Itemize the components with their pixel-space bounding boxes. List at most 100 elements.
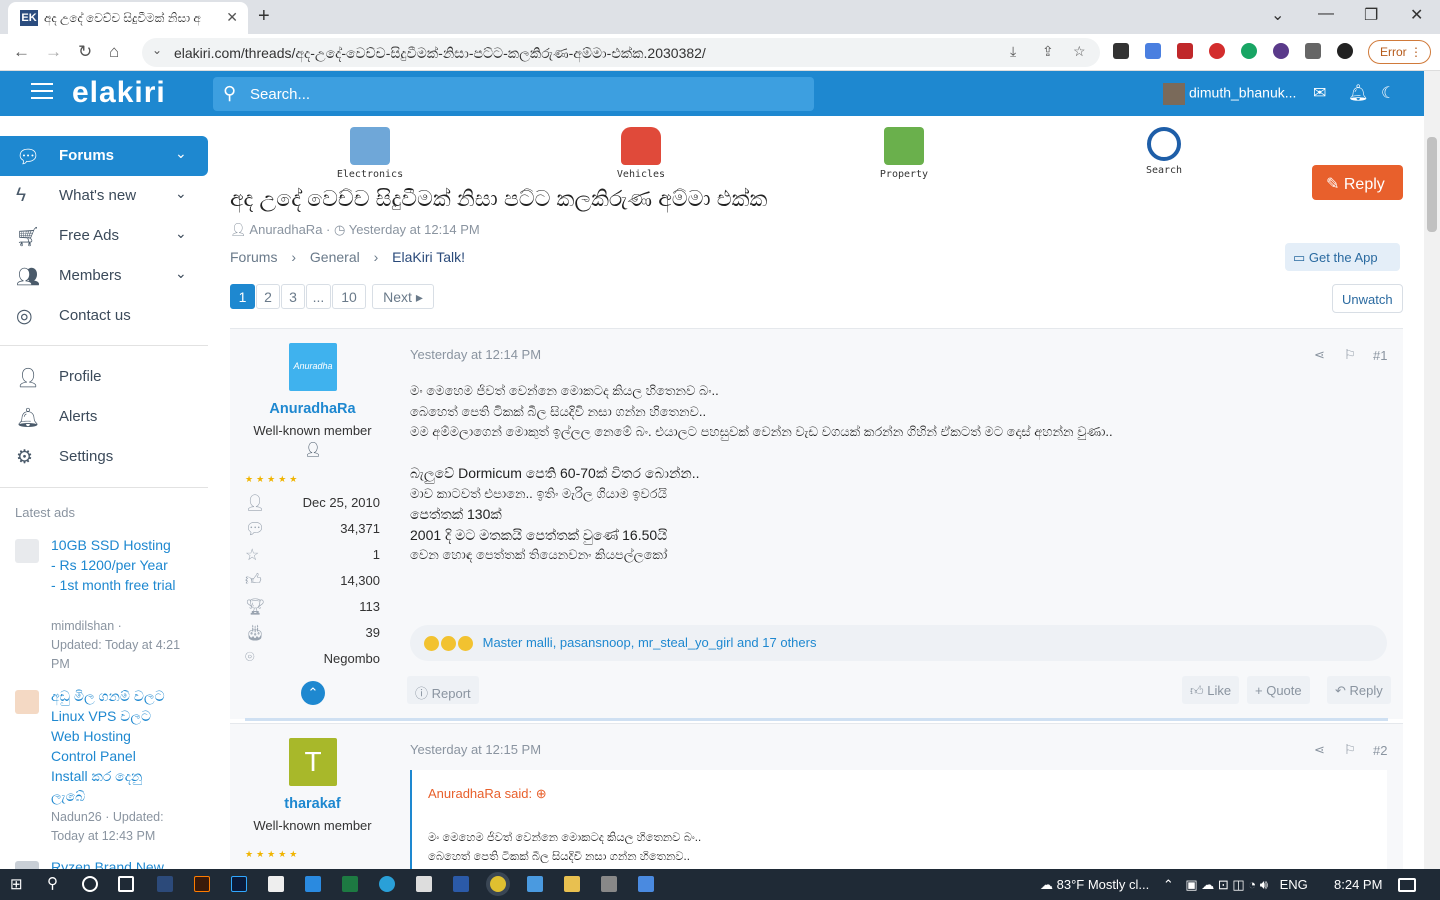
- post-number[interactable]: #2: [1373, 743, 1387, 758]
- quote-button[interactable]: + Quote: [1247, 676, 1310, 704]
- translate-extension-icon[interactable]: [1145, 43, 1161, 59]
- avatar[interactable]: T: [289, 738, 337, 786]
- chevron-down-icon[interactable]: ⌄: [175, 265, 187, 282]
- restore-icon[interactable]: ❐: [1364, 5, 1378, 25]
- sidebar-item-profile[interactable]: 👤︎ Profile: [0, 357, 208, 397]
- url-text[interactable]: elakiri.com/threads/අද-උදේ-වෙච්ච-සිදුවීම…: [174, 45, 706, 62]
- inbox-icon[interactable]: ✉: [1313, 83, 1326, 103]
- chevron-down-icon[interactable]: ⌄: [175, 145, 187, 162]
- get-app-button[interactable]: ▭ Get the App: [1285, 243, 1400, 271]
- ad-item[interactable]: 10GB SSD Hosting - Rs 1200/per Year - 1s…: [15, 535, 205, 671]
- breadcrumb-general[interactable]: General: [310, 249, 360, 265]
- dark-mode-moon-icon[interactable]: ☾: [1381, 83, 1395, 103]
- page-10[interactable]: 10: [332, 284, 366, 309]
- category-search[interactable]: Search: [1109, 127, 1219, 176]
- breadcrumb-elakiri-talk[interactable]: ElaKiri Talk!: [392, 249, 465, 265]
- tray-icons[interactable]: ▣ ☁ ⊡ ◫ ◔ 🔊︎: [1185, 877, 1268, 892]
- ad-title[interactable]: අඩු මිල ගනම් වලට Linux VPS වලට Web Hosti…: [51, 686, 176, 806]
- minimize-icon[interactable]: —: [1318, 5, 1334, 23]
- sidebar-item-free-ads[interactable]: 🛒︎ Free Ads ⌄: [0, 216, 208, 256]
- store-icon[interactable]: [416, 876, 432, 892]
- pycharm-icon[interactable]: [268, 876, 284, 892]
- post-number[interactable]: #1: [1373, 348, 1387, 363]
- quote-author[interactable]: AnuradhaRa said: ⊕: [428, 786, 547, 802]
- thread-author[interactable]: AnuradhaRa: [249, 222, 322, 237]
- extensions-puzzle-icon[interactable]: [1305, 43, 1321, 59]
- category-electronics[interactable]: Electronics: [315, 127, 425, 180]
- mail-icon[interactable]: [527, 876, 543, 892]
- breadcrumb-forums[interactable]: Forums: [230, 249, 277, 265]
- share-icon[interactable]: ⋖: [1314, 742, 1325, 758]
- adblock-extension-icon[interactable]: [1209, 43, 1225, 59]
- chevron-down-icon[interactable]: ⌄: [175, 225, 187, 242]
- ad-title[interactable]: 10GB SSD Hosting - Rs 1200/per Year - 1s…: [51, 535, 176, 595]
- menu-hamburger-icon[interactable]: [31, 83, 53, 101]
- vscode-icon[interactable]: [305, 876, 321, 892]
- page-2[interactable]: 2: [256, 284, 280, 309]
- illustrator-icon[interactable]: [194, 876, 210, 892]
- address-bar[interactable]: ⌄ elakiri.com/threads/අද-උදේ-වෙච්ච-සිදුව…: [142, 38, 1100, 67]
- profile-avatar-icon[interactable]: [1337, 43, 1353, 59]
- bookmark-star-icon[interactable]: ☆: [1073, 43, 1086, 60]
- chrome-icon[interactable]: [490, 876, 506, 892]
- new-tab-icon[interactable]: +: [258, 5, 270, 28]
- reaction-users[interactable]: Master malli, pasansnoop, mr_steal_yo_gi…: [483, 635, 817, 650]
- page-scrollbar[interactable]: [1424, 71, 1440, 869]
- chevron-down-icon[interactable]: ⌄: [175, 185, 187, 202]
- keyboard-icon[interactable]: [638, 876, 654, 892]
- post-username[interactable]: tharakaf: [230, 796, 395, 812]
- avatar[interactable]: Anuradha: [289, 343, 337, 391]
- calculator-icon[interactable]: [601, 876, 617, 892]
- extension-icon[interactable]: [1113, 43, 1129, 59]
- page-ellipsis[interactable]: ...: [306, 284, 331, 309]
- unwatch-button[interactable]: Unwatch: [1332, 284, 1403, 313]
- report-button[interactable]: ⓘ Report: [407, 676, 479, 704]
- user-menu[interactable]: dimuth_bhanuk...: [1163, 83, 1296, 105]
- language-indicator[interactable]: ENG: [1280, 877, 1308, 892]
- close-tab-icon[interactable]: ✕: [226, 9, 238, 26]
- site-logo[interactable]: elakiri: [72, 76, 166, 110]
- bell-icon[interactable]: 🔔︎: [1348, 83, 1368, 103]
- ad-item[interactable]: අඩු මිල ගනම් වලට Linux VPS වලට Web Hosti…: [15, 686, 205, 846]
- bookmark-icon[interactable]: ⚐: [1344, 347, 1356, 363]
- thread-time[interactable]: Yesterday at 12:14 PM: [349, 222, 480, 237]
- back-icon[interactable]: ←: [13, 42, 30, 62]
- sidebar-item-settings[interactable]: ⚙ Settings: [0, 437, 208, 477]
- bookmark-icon[interactable]: ⚐: [1344, 742, 1356, 758]
- edge-icon[interactable]: [379, 876, 395, 892]
- task-view-icon[interactable]: [118, 876, 134, 892]
- notification-icon[interactable]: [1398, 878, 1416, 892]
- photoshop-icon[interactable]: [231, 876, 247, 892]
- browser-tab[interactable]: EK අද උදේ වෙච්ච සිදුවීමක් නිසා අ ✕: [8, 2, 248, 34]
- reactions-bar[interactable]: Master malli, pasansnoop, mr_steal_yo_gi…: [410, 625, 1387, 661]
- sidebar-item-members[interactable]: 👥︎ Members ⌄: [0, 256, 208, 296]
- share-icon[interactable]: ⋖: [1314, 347, 1325, 363]
- close-window-icon[interactable]: ✕: [1410, 5, 1423, 25]
- windows-start-icon[interactable]: ⊞: [10, 875, 26, 893]
- post-time[interactable]: Yesterday at 12:15 PM: [410, 742, 541, 757]
- next-page-button[interactable]: Next ▸: [372, 284, 434, 309]
- install-icon[interactable]: ⤓: [1010, 43, 1016, 60]
- sidebar-item-alerts[interactable]: 🔔︎ Alerts: [0, 397, 208, 437]
- home-icon[interactable]: ⌂: [109, 42, 119, 62]
- tab-search-icon[interactable]: ⌄: [1271, 5, 1284, 25]
- forward-icon[interactable]: →: [45, 42, 62, 62]
- collapse-up-icon[interactable]: ⌃: [301, 681, 325, 705]
- extension-icon[interactable]: [1273, 43, 1289, 59]
- search-icon[interactable]: ⚲: [47, 874, 63, 892]
- page-1[interactable]: 1: [230, 284, 255, 309]
- search-input[interactable]: ⚲ Search...: [213, 77, 814, 111]
- page-3[interactable]: 3: [281, 284, 305, 309]
- clock[interactable]: 8:24 PM: [1334, 877, 1382, 892]
- sidebar-item-whats-new[interactable]: ϟ What's new ⌄: [0, 176, 208, 216]
- reload-icon[interactable]: ↻: [78, 42, 92, 62]
- category-vehicles[interactable]: Vehicles: [586, 127, 696, 180]
- post-reply-button[interactable]: ↶ Reply: [1327, 676, 1391, 704]
- weather-icon[interactable]: ☁: [1040, 877, 1053, 892]
- site-info-icon[interactable]: ⌄: [152, 43, 162, 57]
- sidebar-item-forums[interactable]: 💬︎ Forums ⌄: [0, 136, 208, 176]
- ad-item[interactable]: Ryzen Brand New: [15, 857, 205, 869]
- grammarly-extension-icon[interactable]: [1241, 43, 1257, 59]
- post-time[interactable]: Yesterday at 12:14 PM: [410, 347, 541, 362]
- lightroom-icon[interactable]: [157, 876, 173, 892]
